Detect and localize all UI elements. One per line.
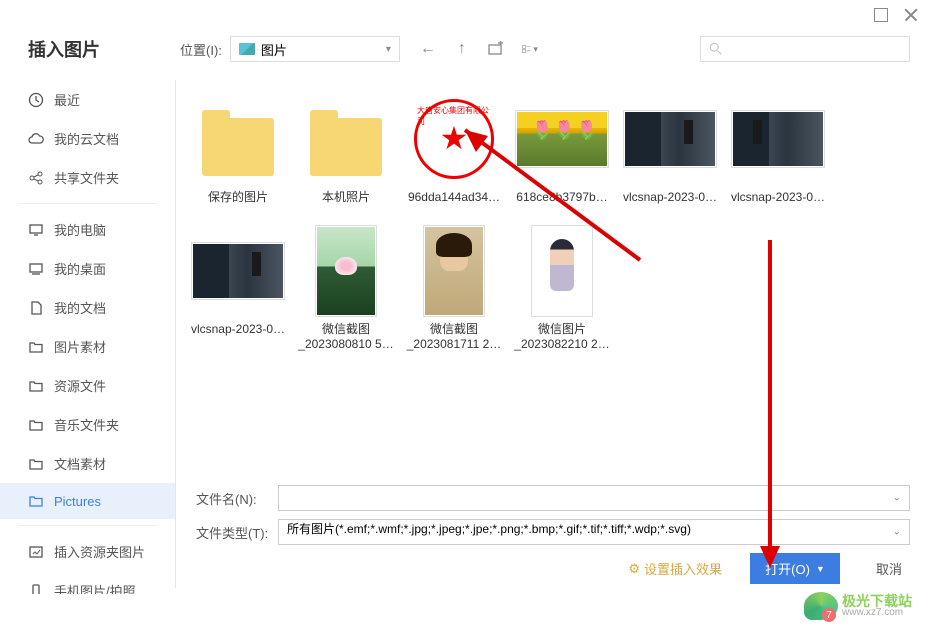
folder-icon	[28, 493, 44, 509]
back-button[interactable]: ←	[420, 41, 436, 57]
file-item[interactable]: 微信截图_2023080810 5…	[292, 218, 400, 359]
gear-icon: ⚙	[628, 561, 640, 577]
chevron-down-icon: ⌄	[893, 493, 901, 504]
pictures-icon	[239, 43, 255, 55]
file-name: 微信截图_2023081711 2…	[404, 322, 504, 353]
sidebar-item-label: 最近	[54, 90, 80, 109]
image-thumbnail	[192, 243, 284, 299]
folder-item[interactable]: 保存的图片	[184, 86, 292, 212]
sidebar-item[interactable]: 我的桌面	[0, 249, 175, 288]
filetype-select[interactable]: 所有图片(*.emf;*.wmf;*.jpg;*.jpeg;*.jpe;*.pn…	[278, 519, 910, 545]
watermark: 极光下载站 www.xz7.com	[804, 592, 912, 620]
sidebar-item-label: 图片素材	[54, 337, 106, 356]
image-thumbnail	[424, 226, 484, 316]
file-name: 96dda144ad34…	[408, 190, 500, 206]
insert-icon	[28, 544, 44, 560]
stamp-thumbnail: 大唐安心集团有限公司	[414, 99, 494, 179]
sidebar-item-label: 我的桌面	[54, 259, 106, 278]
sidebar-item-label: 我的电脑	[54, 220, 106, 239]
filetype-label: 文件类型(T):	[196, 523, 278, 542]
filename-label: 文件名(N):	[196, 489, 278, 508]
open-button[interactable]: 打开(O) ▼	[750, 553, 840, 584]
sidebar: 最近我的云文档共享文件夹我的电脑我的桌面我的文档图片素材资源文件音乐文件夹文档素…	[0, 74, 175, 594]
sidebar-item-label: 音乐文件夹	[54, 415, 119, 434]
file-name: 保存的图片	[208, 190, 268, 206]
insert-effect-link[interactable]: ⚙ 设置插入效果	[628, 559, 722, 578]
image-thumbnail	[532, 226, 592, 316]
sidebar-item-label: Pictures	[54, 494, 101, 509]
new-folder-button[interactable]	[488, 41, 504, 57]
share-icon	[28, 170, 44, 186]
sidebar-item-label: 文档素材	[54, 454, 106, 473]
sidebar-item-label: 手机图片/拍照	[54, 581, 136, 594]
image-thumbnail	[316, 226, 376, 316]
file-name: vlcsnap-2023-0…	[731, 190, 825, 206]
sidebar-item-label: 我的文档	[54, 298, 106, 317]
maximize-button[interactable]	[874, 8, 888, 22]
sidebar-item[interactable]: 手机图片/拍照	[0, 571, 175, 594]
chevron-down-icon: ▾	[386, 44, 391, 55]
file-item[interactable]: 大唐安心集团有限公司 96dda144ad34…	[400, 86, 508, 212]
file-item[interactable]: vlcsnap-2023-0…	[724, 86, 832, 212]
file-item[interactable]: 618ce8b3797b…	[508, 86, 616, 212]
file-name: 本机照片	[322, 190, 370, 206]
search-input[interactable]	[700, 36, 910, 62]
sidebar-item-label: 共享文件夹	[54, 168, 119, 187]
sidebar-item[interactable]: 共享文件夹	[0, 158, 175, 197]
file-name: 微信图片_2023082210 2…	[512, 322, 612, 353]
sidebar-item-label: 我的云文档	[54, 129, 119, 148]
doc-icon	[28, 300, 44, 316]
sidebar-item-label: 资源文件	[54, 376, 106, 395]
folder-item[interactable]: 本机照片	[292, 86, 400, 212]
cloud-icon	[28, 131, 44, 147]
location-select[interactable]: 图片 ▾	[230, 36, 400, 62]
file-grid: 保存的图片 本机照片 大唐安心集团有限公司 96dda144ad34… 618ce8b3…	[176, 74, 930, 371]
location-value: 图片	[261, 40, 287, 59]
file-name: 618ce8b3797b…	[516, 190, 607, 206]
folder-icon	[202, 118, 274, 176]
image-thumbnail	[624, 111, 716, 167]
image-thumbnail	[516, 111, 608, 167]
content-area: 保存的图片 本机照片 大唐安心集团有限公司 96dda144ad34… 618ce8b3…	[176, 74, 930, 594]
desktop-icon	[28, 261, 44, 277]
file-name: 微信截图_2023080810 5…	[296, 322, 396, 353]
chevron-down-icon: ⌄	[893, 527, 901, 538]
image-thumbnail	[732, 111, 824, 167]
file-item[interactable]: 微信截图_2023081711 2…	[400, 218, 508, 359]
sidebar-item[interactable]: 我的云文档	[0, 119, 175, 158]
folder-icon	[310, 118, 382, 176]
sidebar-item[interactable]: 我的电脑	[0, 210, 175, 249]
up-button[interactable]: ↑	[454, 41, 470, 57]
clock-icon	[28, 92, 44, 108]
folder-icon	[28, 378, 44, 394]
monitor-icon	[28, 222, 44, 238]
sidebar-item[interactable]: 我的文档	[0, 288, 175, 327]
filename-input[interactable]: ⌄	[278, 485, 910, 511]
sidebar-item[interactable]: 音乐文件夹	[0, 405, 175, 444]
folder-icon	[28, 456, 44, 472]
file-item[interactable]: vlcsnap-2023-0…	[616, 86, 724, 212]
phone-icon	[28, 583, 44, 595]
sidebar-item[interactable]: 最近	[0, 80, 175, 119]
sidebar-item[interactable]: 资源文件	[0, 366, 175, 405]
dropdown-icon: ▼	[816, 564, 825, 574]
sidebar-item[interactable]: 图片素材	[0, 327, 175, 366]
view-button[interactable]: ▾	[522, 41, 538, 57]
sidebar-item[interactable]: 文档素材	[0, 444, 175, 483]
file-name: vlcsnap-2023-0…	[623, 190, 717, 206]
file-item[interactable]: vlcsnap-2023-0…	[184, 218, 292, 359]
folder-icon	[28, 339, 44, 355]
location-label: 位置(I):	[180, 40, 222, 59]
close-button[interactable]	[904, 8, 918, 22]
sidebar-item-label: 插入资源夹图片	[54, 542, 145, 561]
cancel-button[interactable]: 取消	[868, 553, 910, 584]
search-icon	[709, 42, 723, 56]
file-item[interactable]: 微信图片_2023082210 2…	[508, 218, 616, 359]
sidebar-item[interactable]: 插入资源夹图片	[0, 532, 175, 571]
file-name: vlcsnap-2023-0…	[191, 322, 285, 338]
dialog-title: 插入图片	[28, 36, 100, 62]
folder-icon	[28, 417, 44, 433]
watermark-icon	[804, 592, 838, 620]
sidebar-item[interactable]: Pictures	[0, 483, 175, 519]
